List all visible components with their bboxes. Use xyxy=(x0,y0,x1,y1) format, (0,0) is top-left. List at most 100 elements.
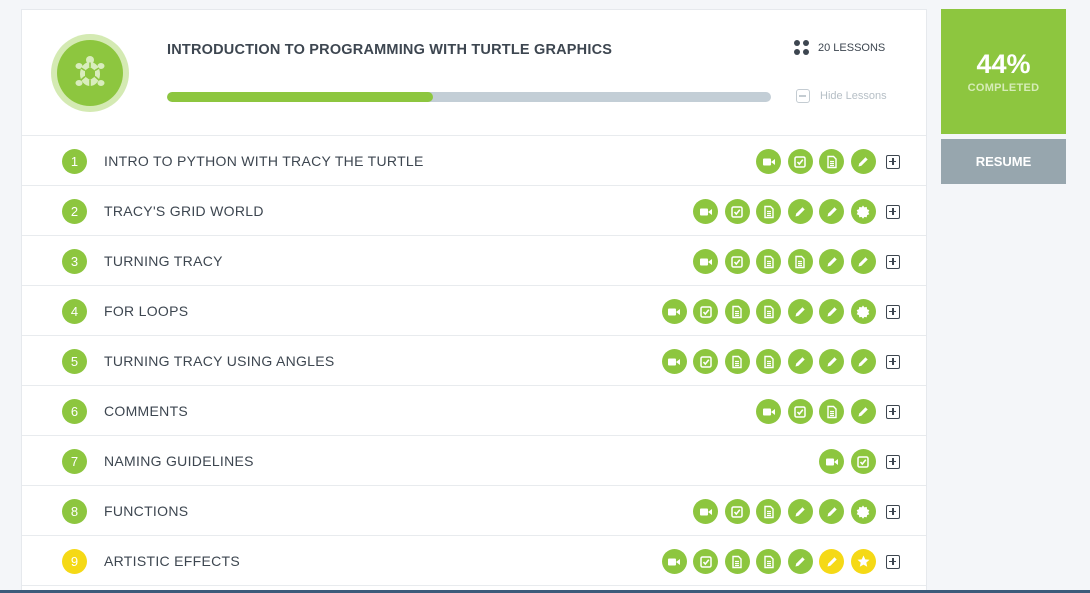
lesson-title[interactable]: FOR LOOPS xyxy=(104,303,188,319)
pencil-icon[interactable] xyxy=(850,249,876,274)
lesson-row[interactable]: 2 TRACY'S GRID WORLD xyxy=(22,186,926,236)
expand-icon[interactable] xyxy=(886,504,900,519)
quiz-check-icon[interactable] xyxy=(693,549,718,574)
lesson-activities xyxy=(661,549,900,574)
lesson-title[interactable]: ARTISTIC EFFECTS xyxy=(104,553,240,569)
lesson-activities xyxy=(661,349,900,374)
lesson-title[interactable]: NAMING GUIDELINES xyxy=(104,453,254,469)
expand-icon[interactable] xyxy=(886,454,900,469)
pencil-icon[interactable] xyxy=(787,549,813,574)
lesson-row[interactable]: 7 NAMING GUIDELINES xyxy=(22,436,926,486)
document-icon[interactable] xyxy=(756,549,781,574)
pencil-icon[interactable] xyxy=(819,349,844,374)
course-header: INTRODUCTION TO PROGRAMMING WITH TURTLE … xyxy=(22,10,926,136)
completion-percent: 44% xyxy=(976,49,1031,79)
lesson-number-badge: 8 xyxy=(62,499,87,524)
document-icon[interactable] xyxy=(819,399,844,424)
badge-icon[interactable] xyxy=(850,499,876,524)
star-icon[interactable] xyxy=(850,549,876,574)
lesson-number-badge: 3 xyxy=(62,249,87,274)
course-logo xyxy=(51,34,129,112)
lesson-number-badge: 7 xyxy=(62,449,87,474)
video-icon[interactable] xyxy=(661,349,687,374)
document-icon[interactable] xyxy=(724,349,750,374)
quiz-check-icon[interactable] xyxy=(787,399,813,424)
pencil-icon[interactable] xyxy=(787,299,813,324)
quiz-check-icon[interactable] xyxy=(693,349,718,374)
lesson-number-badge: 9 xyxy=(62,549,87,574)
expand-icon[interactable] xyxy=(886,304,900,319)
expand-icon[interactable] xyxy=(886,354,900,369)
hide-lessons-toggle[interactable]: Hide Lessons xyxy=(796,89,887,103)
lesson-number-badge: 4 xyxy=(62,299,87,324)
video-icon[interactable] xyxy=(756,149,781,174)
pencil-icon[interactable] xyxy=(787,349,813,374)
document-icon[interactable] xyxy=(819,149,844,174)
pencil-icon[interactable] xyxy=(819,199,844,224)
video-icon[interactable] xyxy=(661,299,687,324)
document-icon[interactable] xyxy=(756,499,781,524)
pencil-icon[interactable] xyxy=(819,249,844,274)
lesson-row[interactable]: 9 ARTISTIC EFFECTS xyxy=(22,536,926,586)
document-icon[interactable] xyxy=(724,299,750,324)
lesson-title[interactable]: TURNING TRACY USING ANGLES xyxy=(104,353,335,369)
lesson-title[interactable]: FUNCTIONS xyxy=(104,503,188,519)
lesson-title[interactable]: INTRO TO PYTHON WITH TRACY THE TURTLE xyxy=(104,153,424,169)
document-icon[interactable] xyxy=(724,549,750,574)
course-title: INTRODUCTION TO PROGRAMMING WITH TURTLE … xyxy=(167,42,613,58)
video-icon[interactable] xyxy=(756,399,781,424)
pencil-icon[interactable] xyxy=(819,499,844,524)
lesson-activities xyxy=(693,249,900,274)
pencil-icon[interactable] xyxy=(850,349,876,374)
document-icon[interactable] xyxy=(756,249,781,274)
document-icon[interactable] xyxy=(756,299,781,324)
pencil-icon[interactable] xyxy=(819,549,844,574)
lesson-row[interactable]: 5 TURNING TRACY USING ANGLES xyxy=(22,336,926,386)
pencil-icon[interactable] xyxy=(850,149,876,174)
quiz-check-icon[interactable] xyxy=(850,449,876,474)
expand-icon[interactable] xyxy=(886,154,900,169)
lesson-row[interactable]: 3 TURNING TRACY xyxy=(22,236,926,286)
lesson-activities xyxy=(756,399,900,424)
video-icon[interactable] xyxy=(819,449,844,474)
quiz-check-icon[interactable] xyxy=(724,249,750,274)
lesson-title[interactable]: TRACY'S GRID WORLD xyxy=(104,203,264,219)
lesson-activities xyxy=(693,499,900,524)
resume-button[interactable]: RESUME xyxy=(941,139,1066,184)
lesson-title[interactable]: COMMENTS xyxy=(104,403,188,419)
quiz-check-icon[interactable] xyxy=(724,199,750,224)
quiz-check-icon[interactable] xyxy=(787,149,813,174)
video-icon[interactable] xyxy=(693,499,718,524)
quiz-check-icon[interactable] xyxy=(724,499,750,524)
lesson-activities xyxy=(693,199,900,224)
course-card: INTRODUCTION TO PROGRAMMING WITH TURTLE … xyxy=(21,9,927,593)
lesson-row[interactable]: 4 FOR LOOPS xyxy=(22,286,926,336)
pencil-icon[interactable] xyxy=(819,299,844,324)
lesson-number-badge: 2 xyxy=(62,199,87,224)
expand-icon[interactable] xyxy=(886,554,900,569)
badge-icon[interactable] xyxy=(850,199,876,224)
expand-icon[interactable] xyxy=(886,404,900,419)
lesson-list: 1 INTRO TO PYTHON WITH TRACY THE TURTLE 2 T… xyxy=(22,136,926,586)
collapse-icon xyxy=(796,89,810,103)
expand-icon[interactable] xyxy=(886,254,900,269)
badge-icon[interactable] xyxy=(850,299,876,324)
document-icon[interactable] xyxy=(756,349,781,374)
completion-panel: 44% COMPLETED xyxy=(941,9,1066,134)
lesson-row[interactable]: 6 COMMENTS xyxy=(22,386,926,436)
pencil-icon[interactable] xyxy=(787,199,813,224)
pencil-icon[interactable] xyxy=(850,399,876,424)
video-icon[interactable] xyxy=(693,199,718,224)
document-icon[interactable] xyxy=(787,249,813,274)
document-icon[interactable] xyxy=(756,199,781,224)
quiz-check-icon[interactable] xyxy=(693,299,718,324)
lesson-title[interactable]: TURNING TRACY xyxy=(104,253,223,269)
video-icon[interactable] xyxy=(661,549,687,574)
expand-icon[interactable] xyxy=(886,204,900,219)
lesson-row[interactable]: 8 FUNCTIONS xyxy=(22,486,926,536)
lesson-row[interactable]: 1 INTRO TO PYTHON WITH TRACY THE TURTLE xyxy=(22,136,926,186)
progress-fill xyxy=(167,92,433,102)
video-icon[interactable] xyxy=(693,249,718,274)
lesson-count-label: 20 LESSONS xyxy=(818,42,886,54)
pencil-icon[interactable] xyxy=(787,499,813,524)
